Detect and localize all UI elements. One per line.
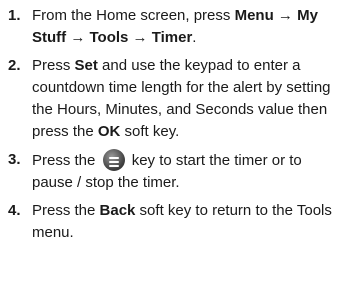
step-number: 2. xyxy=(8,57,21,74)
step-text-part: Press the xyxy=(32,152,100,169)
step-text-part: Press xyxy=(32,57,75,74)
ok-label: OK xyxy=(97,123,121,140)
step-text: Press the key to start the timer or to p… xyxy=(32,149,342,194)
step-1: 1. From the Home screen, press Menu → My… xyxy=(8,5,342,49)
step-3: 3. Press the key to start the timer or t… xyxy=(8,149,342,194)
step-2: 2. Press Set and use the keypad to enter… xyxy=(8,55,342,143)
step-text: Press Set and use the keypad to enter a … xyxy=(32,55,342,143)
step-number: 4. xyxy=(8,202,21,219)
nav-key-icon xyxy=(102,149,125,171)
step-text: Press the Back soft key to return to the… xyxy=(32,200,342,244)
step-number: 3. xyxy=(8,151,21,168)
step-text-part: From the Home screen, press xyxy=(32,7,235,24)
step-number: 1. xyxy=(8,7,21,24)
step-text: From the Home screen, press Menu → My St… xyxy=(32,5,342,49)
back-label: Back xyxy=(99,202,136,219)
step-4: 4. Press the Back soft key to return to … xyxy=(8,200,342,244)
set-label: Set xyxy=(74,57,98,74)
step-text-part: Press the xyxy=(32,202,100,219)
step-text-part: . xyxy=(192,29,197,46)
step-text-part: soft key. xyxy=(120,123,180,140)
instruction-steps: 1. From the Home screen, press Menu → My… xyxy=(0,0,348,244)
